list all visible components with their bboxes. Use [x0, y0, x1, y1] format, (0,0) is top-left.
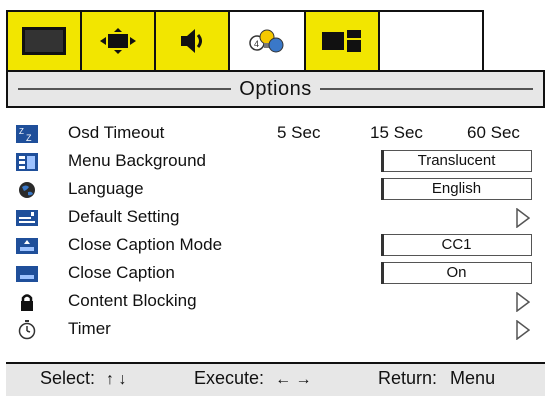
monitor-icon: [22, 27, 66, 55]
default-setting-icon: [16, 210, 38, 226]
screen-adjust-icon: [100, 28, 136, 54]
tab-screen[interactable]: [80, 10, 156, 70]
close-caption-mode-icon: [16, 238, 38, 254]
svg-text:4: 4: [254, 39, 259, 49]
row-label: Language: [68, 179, 144, 198]
row-timer[interactable]: Timer: [0, 316, 551, 344]
lock-icon: [21, 294, 33, 311]
close-caption-icon: [16, 266, 38, 282]
close-caption-value[interactable]: On: [381, 262, 532, 284]
timer-icon: [18, 320, 36, 340]
zz-sleep-icon: Z Z: [16, 125, 38, 143]
page-header: Options: [6, 70, 545, 108]
osd-option-60[interactable]: 60 Sec: [467, 123, 520, 143]
tab-strip: 4: [0, 0, 551, 72]
osd-option-15[interactable]: 15 Sec: [370, 123, 423, 143]
left-right-arrows-icon: ← →: [275, 371, 312, 388]
row-osd-timeout[interactable]: Z Z Osd Timeout 5 Sec 15 Sec 60 Sec: [0, 120, 551, 148]
submenu-arrow-icon[interactable]: [516, 292, 530, 312]
tab-options[interactable]: 4: [228, 10, 306, 70]
up-down-arrows-icon: ↑ ↓: [106, 371, 127, 388]
tab-audio[interactable]: [154, 10, 230, 70]
return-hint: Return: Menu: [378, 368, 495, 389]
select-hint: Select: ↑ ↓: [40, 368, 127, 389]
return-key: Menu: [450, 368, 496, 388]
execute-label: Execute:: [194, 368, 265, 388]
row-default-setting[interactable]: Default Setting: [0, 204, 551, 232]
submenu-arrow-icon[interactable]: [516, 320, 530, 340]
tab-blank: [378, 10, 484, 70]
tab-pip[interactable]: [304, 10, 380, 70]
row-menu-background[interactable]: Menu Background Translucent: [0, 148, 551, 176]
help-bar: Select: ↑ ↓ Execute: ← → Return: Menu: [6, 362, 545, 396]
select-label: Select:: [40, 368, 96, 388]
row-close-caption-mode[interactable]: Close Caption Mode CC1: [0, 232, 551, 260]
tab-picture[interactable]: [6, 10, 82, 70]
row-label: Close Caption: [68, 263, 175, 282]
row-label: Menu Background: [68, 151, 206, 170]
svg-text:Z: Z: [26, 133, 32, 143]
row-close-caption[interactable]: Close Caption On: [0, 260, 551, 288]
svg-text:Z: Z: [19, 127, 24, 136]
page-title: Options: [231, 78, 320, 100]
menu-background-icon: [16, 153, 38, 171]
close-caption-mode-value[interactable]: CC1: [381, 234, 532, 256]
return-label: Return:: [378, 368, 438, 388]
row-content-blocking[interactable]: Content Blocking: [0, 288, 551, 316]
globe-icon: [19, 182, 35, 198]
row-label: Default Setting: [68, 207, 180, 226]
row-language[interactable]: Language English: [0, 176, 551, 204]
execute-hint: Execute: ← →: [194, 368, 312, 389]
osd-option-5[interactable]: 5 Sec: [277, 123, 320, 143]
pip-icon: [322, 30, 361, 52]
row-label: Content Blocking: [68, 291, 197, 310]
language-value[interactable]: English: [381, 178, 532, 200]
row-label: Close Caption Mode: [68, 235, 223, 254]
submenu-arrow-icon[interactable]: [516, 208, 530, 228]
speaker-icon: [181, 29, 202, 53]
row-label: Timer: [68, 319, 111, 338]
options-icon: 4: [249, 29, 284, 53]
row-label: Osd Timeout: [68, 123, 165, 142]
menu-background-value[interactable]: Translucent: [381, 150, 532, 172]
